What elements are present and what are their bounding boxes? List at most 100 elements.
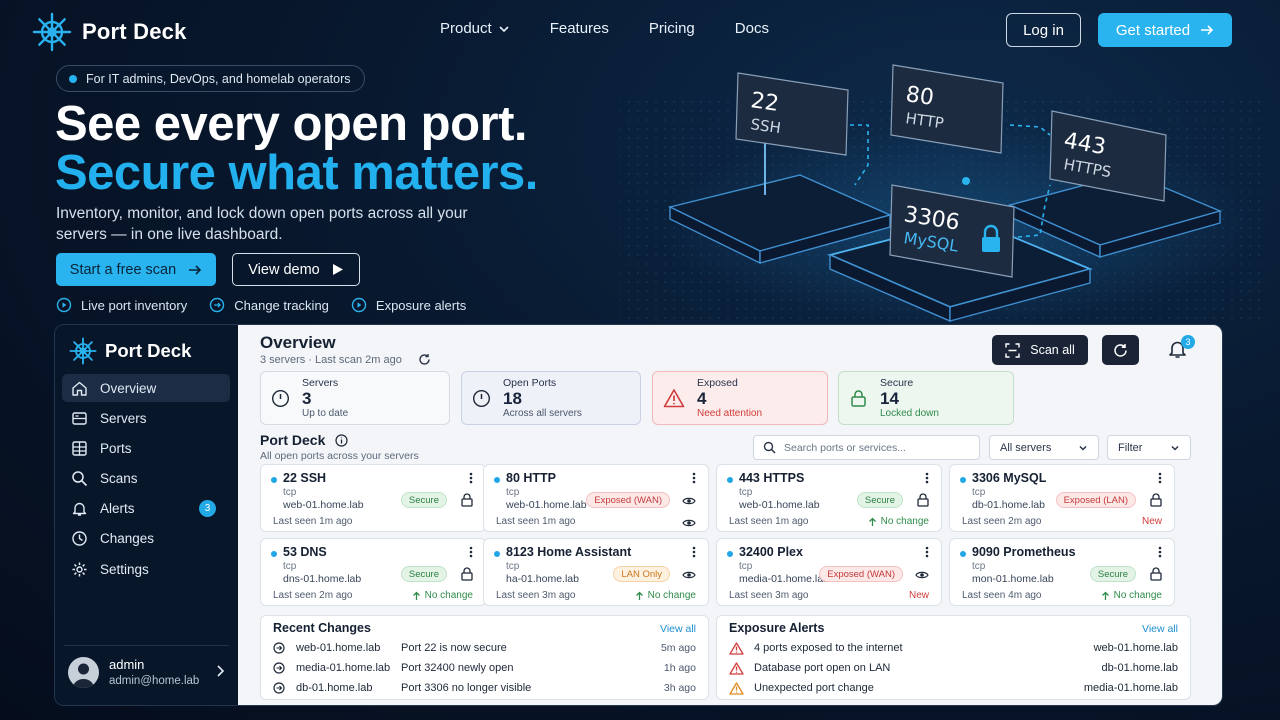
port-card[interactable]: 32400 Plex tcp media-01.home.lab Last se… bbox=[716, 538, 942, 606]
sidebar-item-label: Ports bbox=[100, 440, 132, 456]
kebab-menu-icon[interactable] bbox=[469, 472, 473, 484]
search-placeholder: Search ports or services... bbox=[784, 441, 906, 454]
get-started-button[interactable]: Get started bbox=[1098, 13, 1232, 47]
status-action[interactable] bbox=[917, 493, 929, 512]
sidebar-item-scans[interactable]: Scans bbox=[62, 465, 230, 493]
lock-icon bbox=[461, 567, 473, 581]
dot-icon bbox=[69, 74, 77, 83]
change-row[interactable]: db-01.home.lab Port 3306 no longer visib… bbox=[273, 678, 696, 698]
alert-message: Database port open on LAN bbox=[754, 662, 891, 674]
kebab-menu-icon[interactable] bbox=[469, 546, 473, 558]
filter-select[interactable]: Filter bbox=[1107, 435, 1191, 460]
sidebar-item-alerts[interactable]: Alerts 3 bbox=[62, 495, 230, 523]
scan-all-button[interactable]: Scan all bbox=[992, 335, 1088, 365]
change-desc: Port 3306 no longer visible bbox=[401, 682, 532, 694]
change-row[interactable]: web-01.home.lab Port 22 is now secure 5m… bbox=[273, 638, 696, 658]
alert-row[interactable]: 4 ports exposed to the internet web-01.h… bbox=[729, 638, 1178, 658]
user-icon bbox=[73, 663, 94, 688]
login-button[interactable]: Log in bbox=[1006, 13, 1081, 47]
port-card[interactable]: 3306 MySQL tcp db-01.home.lab Last seen … bbox=[949, 464, 1175, 532]
change-row[interactable]: media-01.home.lab Port 32400 newly open … bbox=[273, 658, 696, 678]
exposure-alerts-panel: Exposure Alerts View all 4 ports exposed… bbox=[716, 615, 1191, 700]
nav-product[interactable]: Product bbox=[440, 20, 510, 37]
port-card[interactable]: 22 SSH tcp web-01.home.lab Last seen 1m … bbox=[260, 464, 486, 532]
kebab-menu-icon[interactable] bbox=[1158, 546, 1162, 558]
nav-features[interactable]: Features bbox=[550, 20, 609, 37]
exposure-alerts-view-all-link[interactable]: View all bbox=[1142, 623, 1178, 635]
status-dot bbox=[727, 477, 733, 483]
kebab-menu-icon[interactable] bbox=[1158, 472, 1162, 484]
last-seen: Last seen 1m ago bbox=[273, 516, 353, 527]
sidebar-item-ports[interactable]: Ports bbox=[62, 434, 230, 462]
alert-row[interactable]: Unexpected port change media-01.home.lab bbox=[729, 678, 1178, 698]
port-card[interactable]: 8123 Home Assistant tcp ha-01.home.lab L… bbox=[483, 538, 709, 606]
refresh-button[interactable] bbox=[1102, 335, 1139, 365]
change-label: No change bbox=[424, 590, 473, 601]
status-action[interactable] bbox=[461, 567, 473, 586]
recent-changes-title: Recent Changes bbox=[273, 621, 371, 635]
recent-changes-view-all-link[interactable]: View all bbox=[660, 623, 696, 635]
change-desc: Port 32400 newly open bbox=[401, 662, 514, 674]
dashboard-preview: Port Deck Overview Servers Ports Scans A… bbox=[54, 324, 1223, 706]
last-seen: Last seen 2m ago bbox=[273, 590, 353, 601]
user-menu[interactable]: admin admin@home.lab bbox=[68, 655, 228, 689]
port-host: ha-01.home.lab bbox=[506, 573, 579, 585]
port-deck-title: Port Deck bbox=[260, 432, 348, 448]
search-icon bbox=[72, 471, 88, 487]
start-free-scan-button[interactable]: Start a free scan bbox=[56, 253, 216, 286]
port-protocol: tcp bbox=[506, 561, 520, 572]
search-icon bbox=[763, 441, 776, 454]
change-time: 1h ago bbox=[663, 662, 696, 674]
port-name: 80 HTTP bbox=[506, 471, 557, 485]
arrow-up-icon bbox=[1101, 591, 1109, 600]
ports-icon bbox=[72, 441, 87, 456]
kebab-menu-icon[interactable] bbox=[925, 546, 929, 558]
stat-hint: Up to date bbox=[302, 408, 349, 419]
status-action[interactable] bbox=[915, 567, 929, 585]
tile-http-port: 80 bbox=[904, 82, 935, 111]
view-demo-button[interactable]: View demo bbox=[232, 253, 360, 286]
audience-text: For IT admins, DevOps, and homelab opera… bbox=[86, 71, 351, 86]
alert-row[interactable]: Database port open on LAN db-01.home.lab bbox=[729, 658, 1178, 678]
info-icon[interactable] bbox=[335, 433, 348, 447]
stat-card-open-ports[interactable]: Open Ports 18 Across all servers bbox=[461, 371, 641, 425]
server-filter-select[interactable]: All servers bbox=[989, 435, 1099, 460]
status-badge: Secure bbox=[1089, 566, 1136, 582]
port-card[interactable]: 53 DNS tcp dns-01.home.lab Last seen 2m … bbox=[260, 538, 486, 606]
stat-card-secure[interactable]: Secure 14 Locked down bbox=[838, 371, 1014, 425]
nav-pricing[interactable]: Pricing bbox=[649, 20, 695, 37]
nav-docs[interactable]: Docs bbox=[735, 20, 769, 37]
status-action[interactable] bbox=[682, 567, 696, 585]
port-card[interactable]: 443 HTTPS tcp web-01.home.lab Last seen … bbox=[716, 464, 942, 532]
status-action[interactable] bbox=[461, 493, 473, 512]
sidebar-item-servers[interactable]: Servers bbox=[62, 404, 230, 432]
page-title: Overview bbox=[260, 333, 336, 352]
eye-action[interactable] bbox=[682, 515, 696, 533]
clock-icon bbox=[72, 531, 87, 547]
refresh-icon[interactable] bbox=[418, 353, 431, 366]
port-card[interactable]: 9090 Prometheus tcp mon-01.home.lab Last… bbox=[949, 538, 1175, 606]
eye-icon bbox=[682, 497, 696, 505]
change-icon bbox=[273, 642, 285, 654]
kebab-menu-icon[interactable] bbox=[925, 472, 929, 484]
sidebar-item-overview[interactable]: Overview bbox=[62, 374, 230, 402]
status-action[interactable] bbox=[1150, 493, 1162, 512]
brand-logo[interactable]: Port Deck bbox=[32, 12, 187, 52]
sidebar-item-settings[interactable]: Settings bbox=[62, 555, 230, 583]
stat-card-servers[interactable]: Servers 3 Up to date bbox=[260, 371, 450, 425]
port-name: 53 DNS bbox=[283, 545, 327, 559]
status-badge: Exposed (WAN) bbox=[819, 566, 903, 582]
sidebar-brand[interactable]: Port Deck bbox=[69, 337, 191, 365]
kebab-menu-icon[interactable] bbox=[692, 546, 696, 558]
gear-icon bbox=[72, 562, 87, 577]
search-input[interactable]: Search ports or services... bbox=[753, 435, 980, 460]
port-card[interactable]: 80 HTTP tcp web-01.home.lab Last seen 1m… bbox=[483, 464, 709, 532]
kebab-menu-icon[interactable] bbox=[692, 472, 696, 484]
stat-card-exposed[interactable]: Exposed 4 Need attention bbox=[652, 371, 828, 425]
clock-icon bbox=[271, 389, 290, 407]
status-action[interactable] bbox=[1150, 567, 1162, 586]
status-action[interactable] bbox=[682, 493, 696, 511]
change-icon bbox=[273, 662, 285, 674]
sidebar-item-changes[interactable]: Changes bbox=[62, 525, 230, 553]
change-status: No change bbox=[635, 590, 696, 601]
